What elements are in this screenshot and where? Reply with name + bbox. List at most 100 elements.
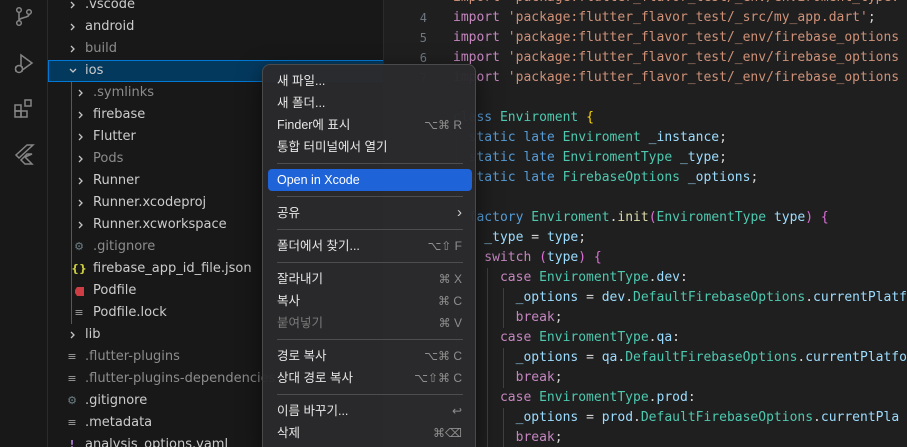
code-token: DefaultFirebaseOptions <box>633 290 806 305</box>
tree-item-label: Podfile.lock <box>93 305 167 320</box>
code-token: . <box>633 410 641 425</box>
tree-item-label: Runner.xcworkspace <box>93 217 227 232</box>
menu-item-find-in-folder[interactable]: 폴더에서 찾기... ⌥⇧ F <box>268 235 472 257</box>
source-control-icon[interactable] <box>8 0 40 32</box>
code-token: qa <box>601 350 618 365</box>
menu-item-reveal-in-finder[interactable]: Finder에 표시 ⌥⌘ R <box>268 114 472 136</box>
menu-separator <box>277 163 463 164</box>
code-token: ; <box>554 310 563 325</box>
code-token: ) <box>805 210 821 225</box>
activity-bar <box>0 0 48 447</box>
menu-item-label: 새 폴더... <box>277 96 326 110</box>
tree-item-label: build <box>85 41 117 56</box>
code-line: case EnviromentType.qa: <box>453 328 680 348</box>
menu-item-label: 폴더에서 찾기... <box>277 239 360 253</box>
tree-item-android[interactable]: android <box>48 16 383 38</box>
code-token: EnviromentType <box>562 150 680 165</box>
tree-item-label: ios <box>85 63 104 78</box>
menu-item-label: 잘라내기 <box>277 272 324 286</box>
tree-item-label: .metadata <box>85 415 153 430</box>
menu-item-label: 새 파일... <box>277 74 326 88</box>
code-token: import <box>453 10 508 25</box>
code-token: import <box>453 50 508 65</box>
code-line: case EnviromentType.dev: <box>453 268 688 288</box>
code-token: import 'package:flutter_flavor_test/_env… <box>453 0 899 5</box>
menu-item-shortcut: ⌘⌫ <box>433 426 462 440</box>
lines-icon: ≡ <box>67 372 77 385</box>
code-token: 'package:flutter_flavor_test/_src/my_app… <box>507 10 868 25</box>
code-token: . <box>805 290 814 305</box>
menu-item-shortcut: ⌘ X <box>438 272 462 286</box>
context-menu: 새 파일... 새 폴더... Finder에 표시 ⌥⌘ R 통합 터미널에서… <box>262 64 476 447</box>
code-token: type <box>773 210 806 225</box>
menu-item-shortcut: ↩ <box>451 404 462 418</box>
code-token: { <box>820 210 829 225</box>
code-line: import 'package:flutter_flavor_test/_env… <box>453 68 899 88</box>
json-icon: {} <box>71 262 87 275</box>
menu-item-shortcut: ⌥⌘ C <box>424 349 462 363</box>
tree-item-label: firebase <box>93 107 146 122</box>
tree-item-label: analysis_options.yaml <box>85 437 229 447</box>
gear-icon: ⚙ <box>74 240 84 253</box>
menu-item-delete[interactable]: 삭제 ⌘⌫ <box>268 422 472 444</box>
menu-item-copy[interactable]: 복사 ⌘ C <box>268 290 472 312</box>
code-line: static late FirebaseOptions _options; <box>453 168 759 188</box>
flutter-icon[interactable] <box>8 138 40 170</box>
chevron-right-icon <box>74 104 88 126</box>
tree-item-label: .symlinks <box>93 85 155 100</box>
menu-item-new-folder[interactable]: 새 폴더... <box>268 92 472 114</box>
code-token: _type <box>679 150 720 165</box>
menu-item-shortcut: ⌘ V <box>438 316 462 330</box>
line-number: 4 <box>419 11 427 25</box>
tree-item-vscode[interactable]: .vscode <box>48 0 383 16</box>
chevron-right-icon <box>74 126 88 148</box>
tree-item-label: firebase_app_id_file.json <box>93 261 252 276</box>
menu-item-label: Open in Xcode <box>277 173 360 187</box>
tree-item-label: .flutter-plugins-dependencies <box>85 371 276 386</box>
extensions-icon[interactable] <box>8 92 40 124</box>
code-token: currentPlatfo <box>805 350 907 365</box>
code-token: import <box>453 30 508 45</box>
code-token: ; <box>554 370 563 385</box>
menu-item-shortcut: ⌥⇧⌘ C <box>414 371 462 385</box>
code-token: init <box>617 210 649 225</box>
ruby-icon <box>72 280 86 302</box>
code-token: DefaultFirebaseOptions <box>625 350 798 365</box>
code-line: import 'package:flutter_flavor_test/_env… <box>453 0 899 8</box>
code-token: 'package:flutter_flavor_test/_env/fireba… <box>507 70 900 85</box>
menu-item-open-in-terminal[interactable]: 통합 터미널에서 열기 <box>268 136 472 158</box>
menu-item-paste[interactable]: 붙여넣기 ⌘ V <box>268 312 472 334</box>
tree-item-build[interactable]: build <box>48 38 383 60</box>
code-token: 'package:flutter_flavor_test/_env/fireba… <box>507 30 900 45</box>
tree-item-label: .vscode <box>85 0 135 12</box>
menu-item-label: 경로 복사 <box>277 349 327 363</box>
code-token: ( <box>539 250 547 265</box>
code-token: qa <box>656 330 673 345</box>
menu-item-share[interactable]: 공유 › <box>268 202 472 224</box>
menu-separator <box>277 262 463 263</box>
code-token: ; <box>719 130 727 145</box>
code-token: : <box>672 330 680 345</box>
menu-item-cut[interactable]: 잘라내기 ⌘ X <box>268 268 472 290</box>
menu-item-copy-relative-path[interactable]: 상대 경로 복사 ⌥⇧⌘ C <box>268 367 472 389</box>
code-token: _instance <box>648 130 720 145</box>
menu-item-rename[interactable]: 이름 바꾸기... ↩ <box>268 400 472 422</box>
code-token: dev <box>601 290 626 305</box>
lines-icon: ≡ <box>67 350 77 363</box>
lines-icon: ≡ <box>74 306 84 319</box>
menu-item-label: 공유 <box>277 206 301 220</box>
chevron-right-icon <box>74 82 88 104</box>
menu-item-copy-path[interactable]: 경로 복사 ⌥⌘ C <box>268 345 472 367</box>
chevron-right-icon <box>66 16 80 38</box>
code-token: ; <box>554 430 563 445</box>
code-token: Enviroment <box>562 130 649 145</box>
menu-item-open-in-xcode[interactable]: Open in Xcode <box>268 169 472 191</box>
menu-separator <box>277 229 463 230</box>
menu-item-new-file[interactable]: 새 파일... <box>268 70 472 92</box>
gear-icon: ⚙ <box>67 394 77 407</box>
tree-item-label: android <box>85 19 135 34</box>
menu-item-label: 복사 <box>277 294 301 308</box>
menu-item-shortcut: ⌘ C <box>438 294 462 308</box>
code-token: dev <box>656 270 680 285</box>
run-debug-icon[interactable] <box>8 48 40 80</box>
